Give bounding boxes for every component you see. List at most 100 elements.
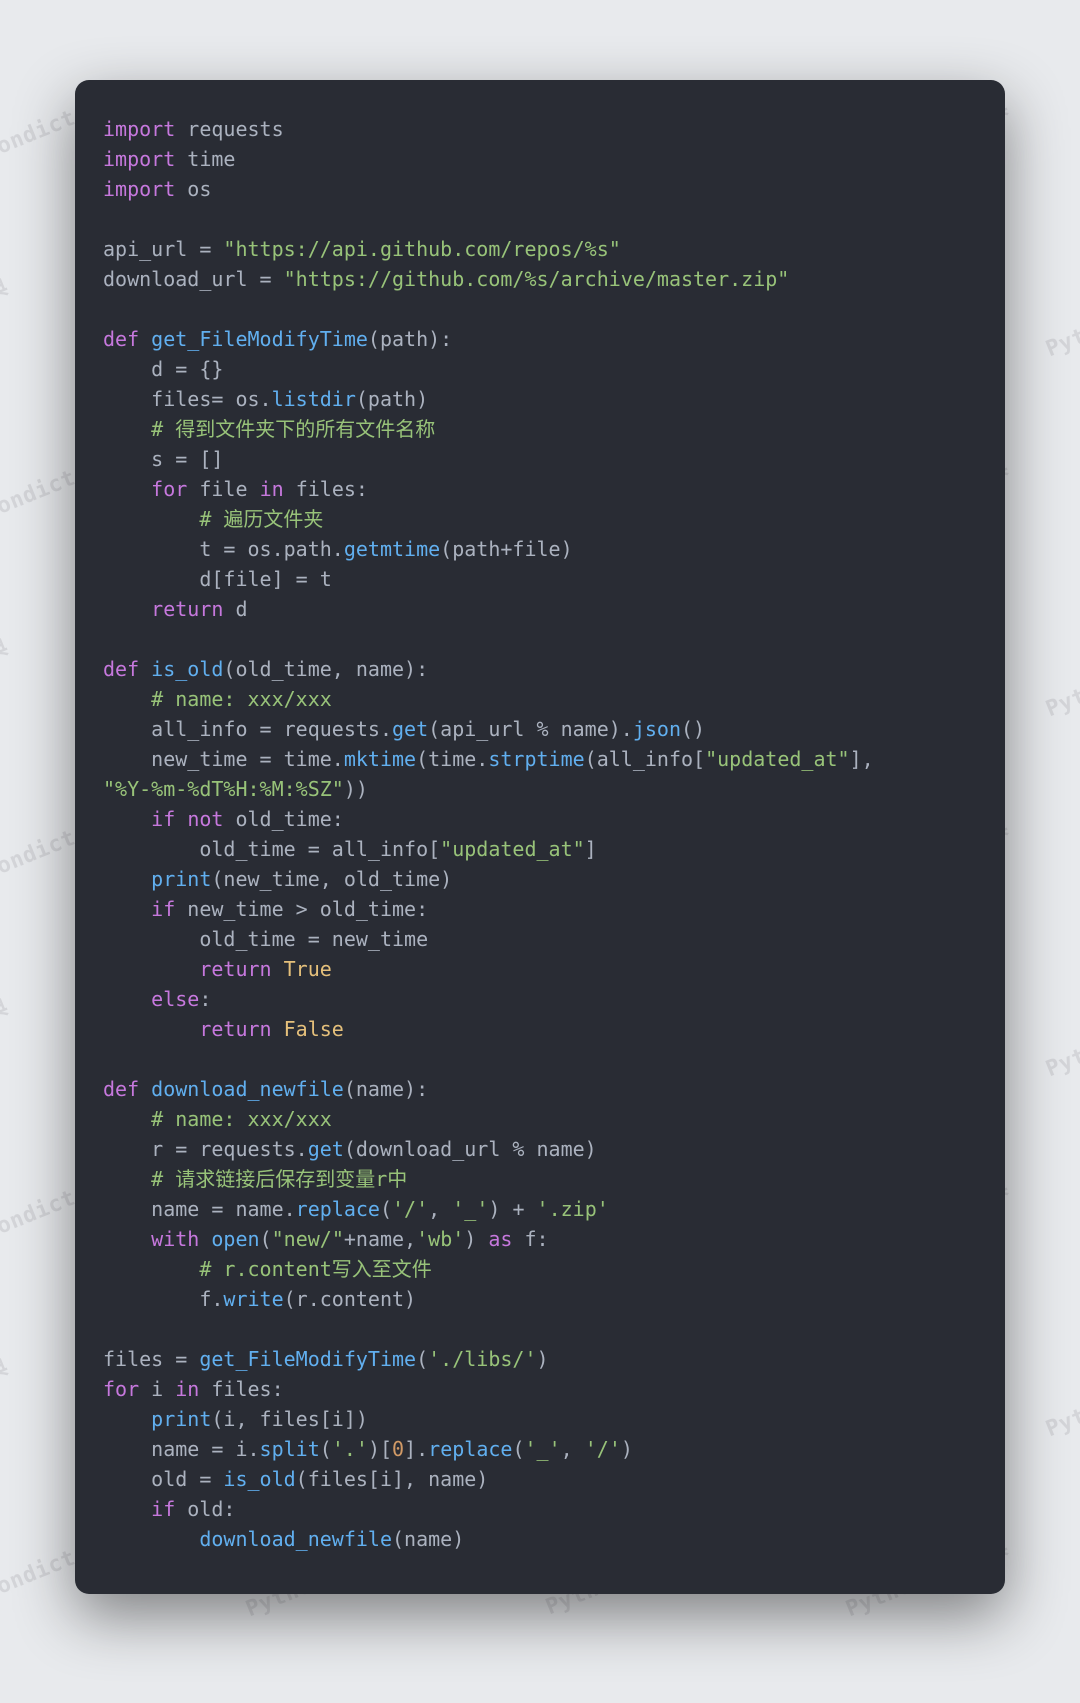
code-token: )[	[368, 1437, 392, 1461]
code-token: api_url =	[103, 237, 223, 261]
code-token: d[	[199, 567, 223, 591]
code-token	[103, 807, 151, 831]
code-token	[284, 477, 296, 501]
code-token	[103, 1137, 151, 1161]
code-token	[103, 687, 151, 711]
code-token: )	[537, 1347, 549, 1371]
code-token	[103, 1197, 151, 1221]
code-token: )	[464, 1227, 488, 1251]
code-token: # 得到文件夹下的所有文件名称	[151, 417, 435, 441]
code-token: # r.content写入至文件	[199, 1257, 431, 1281]
code-token: get_FileModifyTime	[151, 327, 368, 351]
watermark-text: Python实用宝典	[1040, 989, 1080, 1083]
code-token: if	[151, 807, 175, 831]
code-token: def	[103, 1077, 139, 1101]
code-token: (	[368, 327, 380, 351]
code-token: +name,	[344, 1227, 416, 1251]
code-token: "new/"	[272, 1227, 344, 1251]
code-token	[103, 1467, 151, 1491]
code-token: is_old	[151, 657, 223, 681]
code-token: getmtime	[344, 537, 440, 561]
code-token: (path+	[440, 537, 512, 561]
code-token: )	[561, 537, 573, 561]
code-token: (	[512, 1437, 524, 1461]
watermark-text: Python实用宝典	[0, 269, 12, 363]
watermark-text: Python实用宝典	[0, 1349, 12, 1443]
code-token: files =	[103, 1347, 199, 1371]
code-token	[103, 747, 151, 771]
code-token: (	[344, 1077, 356, 1101]
code-token	[103, 1167, 151, 1191]
code-token: requests	[187, 117, 283, 141]
code-token: (	[260, 1227, 272, 1251]
code-token: # name: xxx/xxx	[151, 1107, 332, 1131]
code-token: ))	[344, 777, 368, 801]
code-token: import	[103, 177, 175, 201]
code-token: files:	[296, 477, 368, 501]
code-token: (download_url % name)	[344, 1137, 597, 1161]
code-token: replace	[296, 1197, 380, 1221]
code-token: new_time > old_time:	[175, 897, 428, 921]
watermark-text: Python实用宝典	[1040, 1349, 1080, 1443]
code-token	[139, 1077, 151, 1101]
code-token: mktime	[344, 747, 416, 771]
code-token	[103, 1257, 199, 1281]
code-token	[103, 417, 151, 441]
code-token: with	[151, 1227, 199, 1251]
code-token: (time.	[416, 747, 488, 771]
code-token	[175, 117, 187, 141]
code-token: file	[199, 477, 247, 501]
code-token: "%Y-%m-%dT%H:%M:%SZ"	[103, 777, 344, 801]
watermark-text: Python实用宝典	[0, 629, 12, 723]
code-token: name	[356, 1077, 404, 1101]
code-token: 'wb'	[416, 1227, 464, 1251]
code-token: '.'	[332, 1437, 368, 1461]
code-token: (api_url % name).	[428, 717, 633, 741]
code-token: False	[284, 1017, 344, 1041]
code-token: name = i.	[151, 1437, 259, 1461]
code-token: else	[151, 987, 199, 1011]
code-token: '_'	[525, 1437, 561, 1461]
code-token	[103, 1287, 199, 1311]
code-token: )	[621, 1437, 633, 1461]
code-token: d = {}	[151, 357, 223, 381]
code-token	[103, 1227, 151, 1251]
code-token: i	[139, 1377, 175, 1401]
code-token	[175, 147, 187, 171]
code-token: all_info = requests.	[151, 717, 392, 741]
code-token: ].	[404, 1437, 428, 1461]
code-token	[272, 1017, 284, 1041]
code-token	[103, 1407, 151, 1431]
code-token	[103, 597, 151, 621]
code-token: 0	[392, 1437, 404, 1461]
code-token: import	[103, 147, 175, 171]
code-token	[175, 177, 187, 201]
watermark-text: Python实用宝典	[1040, 269, 1080, 363]
code-token	[103, 897, 151, 921]
code-token	[103, 1017, 199, 1041]
code-token	[103, 507, 199, 531]
code-token: import	[103, 117, 175, 141]
code-token: r = requests.	[151, 1137, 308, 1161]
code-token: (new_time, old_time)	[211, 867, 452, 891]
code-token: print	[151, 867, 211, 891]
code-token	[199, 1227, 211, 1251]
code-token: (	[223, 657, 235, 681]
code-token: download_url =	[103, 267, 284, 291]
code-token: os	[187, 177, 211, 201]
code-token: path	[380, 327, 428, 351]
code-token: # name: xxx/xxx	[151, 687, 332, 711]
code-token	[248, 477, 260, 501]
code-token: "updated_at"	[440, 837, 585, 861]
code-token: as	[488, 1227, 512, 1251]
code-token	[103, 1527, 199, 1551]
code-token: ,	[428, 1197, 452, 1221]
code-token	[103, 537, 199, 561]
code-token	[139, 657, 151, 681]
code-token: '/'	[392, 1197, 428, 1221]
code-token: time	[187, 147, 235, 171]
code-token: in	[260, 477, 284, 501]
code-token: if	[151, 897, 175, 921]
code-token: '.zip'	[537, 1197, 609, 1221]
watermark-text: Python实用宝典	[1040, 629, 1080, 723]
